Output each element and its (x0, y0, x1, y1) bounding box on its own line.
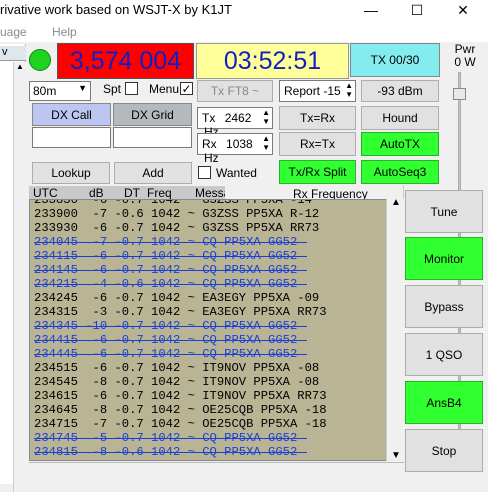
add-button[interactable]: Add (114, 162, 192, 184)
menu-checkbox[interactable]: ✓ (180, 82, 193, 95)
dbm-button[interactable]: -93 dBm (361, 80, 439, 102)
bottom-strip (29, 462, 404, 484)
decode-row[interactable]: 234315 -3 -0.7 1042 ~ EA3EGY PP5XA RR73 (34, 305, 327, 319)
txrx-split-button[interactable]: Tx/Rx Split (279, 160, 356, 184)
stop-button[interactable]: Stop (405, 429, 483, 472)
title-bar: rivative work based on WSJT-X by K1JT — … (0, 0, 488, 22)
one-qso-button[interactable]: 1 QSO (405, 333, 483, 376)
time-display: 03:52:51 (196, 43, 349, 79)
decode-list[interactable]: 233830 -6 -0.7 1042 ~ G3ZSS PP5XA -14 233… (29, 199, 404, 461)
tx-freq-value: 2462 (224, 111, 252, 125)
pwr-value: 0 W (454, 55, 476, 69)
decode-row[interactable]: 234345 -10 -0.7 1042 ~ CQ PP5XA GG52 (34, 319, 308, 333)
decode-row[interactable]: 234615 -6 -0.7 1042 ~ IT9NOV PP5XA RR73 (34, 389, 327, 403)
window-title: rivative work based on WSJT-X by K1JT (0, 2, 232, 17)
dx-call-label: DX Call (32, 103, 111, 126)
decode-row[interactable]: 234545 -8 -0.7 1042 ~ IT9NOV PP5XA -08 (34, 375, 319, 389)
status-led (29, 49, 51, 71)
ansb4-button[interactable]: AnsB4 (405, 381, 483, 424)
left-panel: v ▲ (0, 44, 26, 492)
rx-freq-spinbox[interactable]: Rx 1038 Hz ▲ ▼ (197, 133, 273, 165)
decode-row[interactable]: 234245 -6 -0.7 1042 ~ EA3EGY PP5XA -09 (34, 291, 319, 305)
dx-grid-label: DX Grid (113, 103, 192, 126)
tx-mode-button[interactable]: Tx FT8 ~ (197, 80, 273, 102)
rx-eq-tx-button[interactable]: Rx=Tx (279, 132, 356, 156)
report-value: Report -15 (284, 84, 341, 98)
col-db: dB (89, 186, 104, 200)
decode-row[interactable]: 233930 -6 -0.7 1042 ~ G3ZSS PP5XA RR73 (34, 221, 319, 235)
frequency-display: 3,574 004 (57, 43, 194, 79)
decode-row[interactable]: 234115 -6 -0.7 1042 ~ CQ PP5XA GG52 (34, 249, 308, 263)
band-value: 80m (33, 84, 57, 98)
chevron-down-icon: ▼ (78, 83, 87, 93)
left-panel-header: v (0, 46, 26, 61)
decode-row[interactable]: 234445 -6 -0.7 1042 ~ CQ PP5XA GG52 (34, 347, 308, 361)
col-utc: UTC (33, 186, 58, 200)
wanted-label: Wanted (216, 166, 257, 180)
tx-freq-spinbox[interactable]: Tx 2462 Hz ▲ ▼ (197, 107, 273, 139)
decode-row[interactable]: 234215 -4 -0.6 1042 ~ CQ PP5XA GG52 (34, 277, 308, 291)
spt-label: Spt (103, 82, 122, 96)
dx-grid-input[interactable] (113, 127, 192, 148)
decode-row[interactable]: 233900 -7 -0.6 1042 ~ G3ZSS PP5XA R-12 (34, 207, 319, 221)
scroll-down-icon[interactable]: ▼ (391, 450, 401, 461)
pwr-panel: Pwr 0 W (450, 43, 480, 69)
decode-row[interactable]: 234745 -5 -0.7 1042 ~ CQ PP5XA GG52 (34, 431, 308, 445)
wanted-checkbox[interactable] (198, 166, 211, 179)
spin-arrows-icon[interactable]: ▲ ▼ (262, 108, 270, 126)
scroll-up-icon[interactable]: ▲ (16, 62, 24, 71)
autotx-button[interactable]: AutoTX (361, 132, 439, 156)
bypass-button[interactable]: Bypass (405, 285, 483, 328)
monitor-button[interactable]: Monitor (405, 237, 483, 280)
spin-arrows-icon[interactable]: ▲ ▼ (262, 134, 270, 152)
decode-row[interactable]: 234415 -6 -0.7 1042 ~ CQ PP5XA GG52 (34, 333, 308, 347)
autoseq-button[interactable]: AutoSeq3 (361, 160, 439, 184)
decode-row[interactable]: 234645 -8 -0.7 1042 ~ OE25CQB PP5XA -18 (34, 403, 327, 417)
close-button[interactable]: ✕ (440, 0, 486, 22)
decode-row[interactable]: 234145 -6 -0.7 1042 ~ CQ PP5XA GG52 (34, 263, 308, 277)
lookup-button[interactable]: Lookup (32, 162, 110, 184)
spin-arrows-icon[interactable]: ▲ ▼ (345, 81, 353, 99)
rx-freq-unit: Hz (204, 151, 219, 165)
hound-button[interactable]: Hound (361, 106, 439, 130)
scroll-up-icon[interactable]: ▲ (391, 197, 401, 208)
decode-row[interactable]: 233830 -6 -0.7 1042 ~ G3ZSS PP5XA -14 (34, 200, 312, 207)
menu-bar: uage Help (0, 22, 488, 42)
rx-freq-prefix: Rx (202, 137, 217, 151)
left-panel-scrollbar[interactable]: ▲ (13, 62, 26, 492)
tx-counter-button[interactable]: TX 00/30 (350, 43, 440, 77)
col-freq: Freq (147, 186, 172, 200)
decode-scrollbar[interactable]: ▲ ▼ (386, 197, 404, 461)
decode-row[interactable]: 234045 -7 -0.7 1042 ~ CQ PP5XA GG52 (34, 235, 308, 249)
rx-freq-value: 1038 (226, 137, 253, 151)
decode-row[interactable]: 234715 -7 -0.7 1042 ~ OE25CQB PP5XA -18 (34, 417, 327, 431)
decode-row[interactable]: 234815 -8 -0.6 1042 ~ CQ PP5XA GG52 (34, 445, 308, 459)
menu-help[interactable]: Help (52, 25, 77, 39)
minimize-button[interactable]: — (348, 0, 394, 22)
decode-row[interactable]: 234515 -6 -0.7 1042 ~ IT9NOV PP5XA -08 (34, 361, 319, 375)
maximize-button[interactable]: ☐ (394, 0, 440, 22)
pwr-slider-handle[interactable] (453, 88, 466, 100)
tune-button[interactable]: Tune (405, 190, 483, 233)
menu-language[interactable]: uage (0, 25, 27, 39)
tx-eq-rx-button[interactable]: Tx=Rx (279, 106, 356, 130)
report-spinbox[interactable]: Report -15 ▲ ▼ (279, 80, 356, 102)
menu-label: Menu (149, 82, 180, 96)
band-select[interactable]: 80m ▼ (29, 81, 91, 101)
col-dt: DT (124, 186, 140, 200)
tx-freq-prefix: Tx (202, 111, 216, 125)
dx-call-input[interactable] (32, 127, 111, 148)
spt-checkbox[interactable] (125, 82, 138, 95)
